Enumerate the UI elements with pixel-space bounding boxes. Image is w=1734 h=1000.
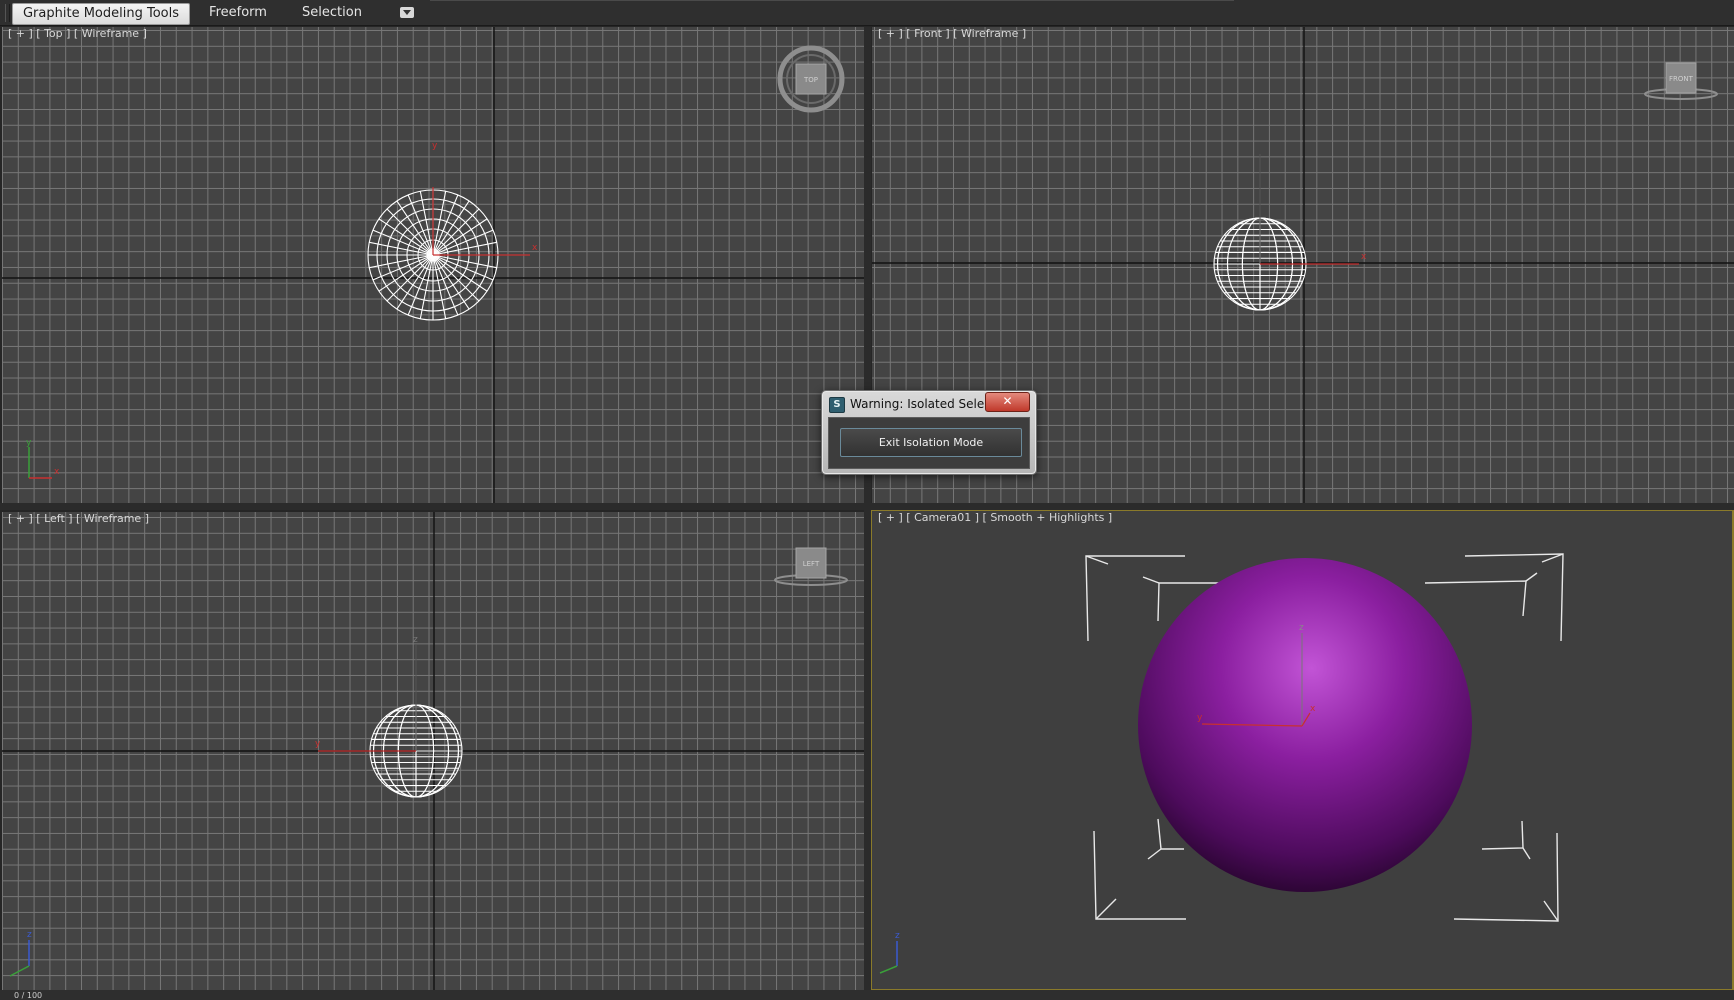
- viewport-splitter-horizontal[interactable]: [0, 503, 1734, 510]
- tab-selection[interactable]: Selection: [290, 3, 374, 23]
- tab-freeform[interactable]: Freeform: [202, 3, 274, 23]
- viewcube-front-face-label: FRONT: [1669, 75, 1694, 83]
- viewcube-top-face-label: TOP: [803, 76, 818, 84]
- dialog-titlebar[interactable]: S Warning: Isolated Sele... ✕: [822, 391, 1036, 415]
- exit-isolation-mode-button[interactable]: Exit Isolation Mode: [840, 428, 1022, 457]
- viewport-label-camera[interactable]: [ + ] [ Camera01 ] [ Smooth + Highlights…: [878, 511, 1112, 524]
- viewport-top-scene: y x TOP y x: [2, 27, 864, 503]
- ribbon-divider: [430, 0, 1234, 1]
- viewport-camera-scene: z y x z: [879, 553, 1564, 974]
- tab-graphite-modeling-tools[interactable]: Graphite Modeling Tools: [12, 3, 190, 25]
- close-icon[interactable]: ✕: [985, 392, 1030, 412]
- ribbon-tab-bar: Graphite Modeling Tools Freeform Selecti…: [0, 0, 1734, 26]
- svg-text:x: x: [1310, 704, 1316, 714]
- gizmo-x-label: x: [532, 243, 538, 253]
- svg-text:x: x: [1361, 252, 1367, 262]
- viewcube-front[interactable]: FRONT: [1644, 62, 1718, 100]
- max-app-icon: S: [829, 397, 845, 413]
- viewport-splitter-vertical[interactable]: [864, 27, 871, 999]
- time-slider-bar[interactable]: [0, 990, 1734, 1000]
- viewport-label-front[interactable]: [ + ] [ Front ] [ Wireframe ]: [878, 27, 1026, 40]
- svg-text:x: x: [54, 467, 60, 477]
- svg-text:z: z: [413, 635, 418, 645]
- viewport-left[interactable]: y z LEFT z [ + ] [ Left ] [ Wireframe ]: [2, 512, 864, 990]
- axis-tripod-camera: z: [879, 931, 900, 974]
- svg-text:z: z: [27, 930, 32, 940]
- viewport-top[interactable]: y x TOP y x [ + ] [ Top ] [ Wireframe ]: [2, 27, 864, 503]
- dialog-body: Exit Isolation Mode: [828, 417, 1030, 469]
- viewport-camera01[interactable]: z y x z [ + ] [ Camera01 ] [ Smooth + Hi…: [870, 509, 1734, 991]
- gizmo-top[interactable]: y x: [432, 141, 538, 256]
- frame-counter[interactable]: 0 / 100: [14, 992, 42, 1000]
- purple-sphere[interactable]: [1138, 558, 1472, 892]
- max-application: Graphite Modeling Tools Freeform Selecti…: [0, 0, 1734, 1000]
- dialog-title: Warning: Isolated Sele...: [850, 397, 996, 411]
- ribbon-grip[interactable]: [5, 4, 10, 22]
- svg-text:y: y: [26, 438, 32, 448]
- viewport-left-scene: y z LEFT z: [2, 512, 864, 990]
- isolation-warning-dialog: S Warning: Isolated Sele... ✕ Exit Isola…: [821, 390, 1037, 475]
- gizmo-y-label: y: [432, 141, 438, 151]
- dropdown-arrow-icon[interactable]: [400, 7, 414, 18]
- viewcube-top[interactable]: TOP: [777, 45, 845, 113]
- viewport-label-top[interactable]: [ + ] [ Top ] [ Wireframe ]: [8, 27, 147, 40]
- axis-tripod-left: z: [9, 930, 32, 977]
- svg-text:y: y: [315, 739, 321, 749]
- viewcube-left-face-label: LEFT: [803, 560, 820, 568]
- viewcube-left[interactable]: LEFT: [774, 547, 848, 586]
- svg-text:y: y: [1197, 713, 1203, 723]
- svg-text:z: z: [895, 931, 900, 941]
- viewport-label-left[interactable]: [ + ] [ Left ] [ Wireframe ]: [8, 512, 149, 525]
- axis-tripod-top: y x: [26, 438, 60, 479]
- svg-text:z: z: [1299, 623, 1304, 633]
